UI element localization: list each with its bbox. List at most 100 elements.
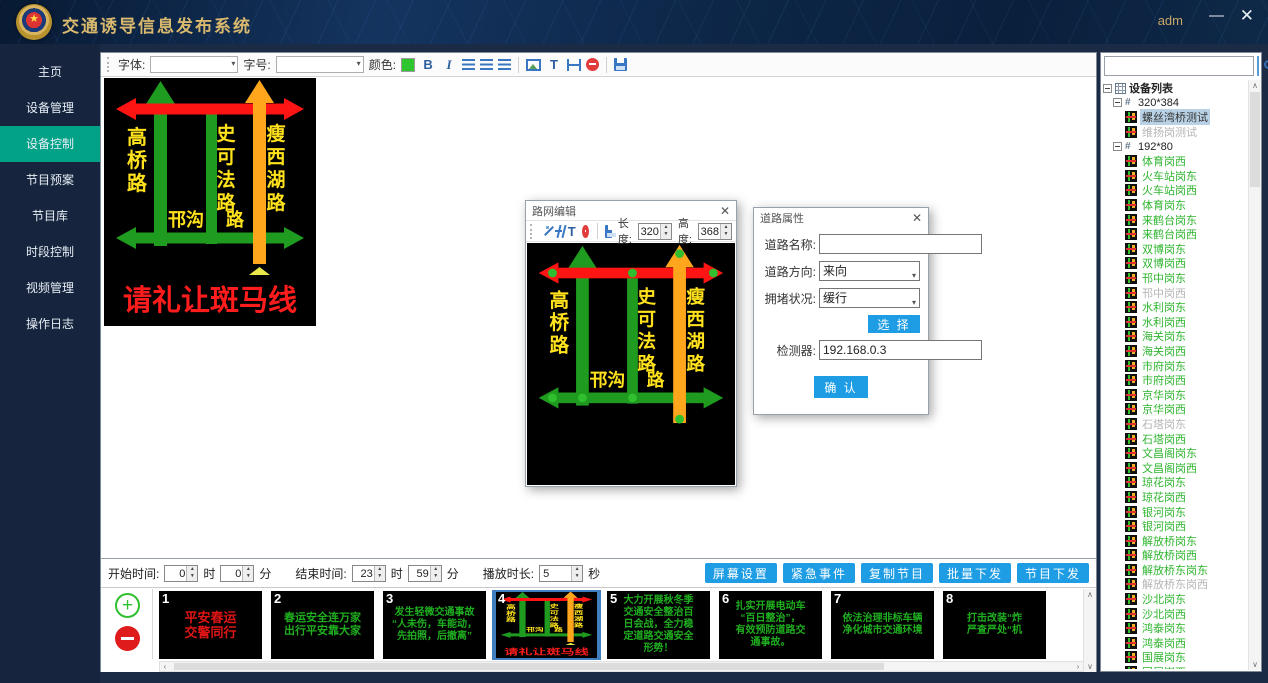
add-frame-button[interactable]: + bbox=[115, 593, 140, 618]
sidebar-item-program-plan[interactable]: 节目预案 bbox=[0, 162, 100, 198]
tree-device-item[interactable]: 国展岗西 bbox=[1140, 664, 1188, 669]
delete-icon[interactable] bbox=[582, 225, 589, 238]
tree-device-item[interactable]: 维扬岗测试 bbox=[1140, 124, 1199, 140]
end-hour-value[interactable]: 23 bbox=[353, 566, 374, 581]
congestion-select[interactable]: 缓行 ▾ bbox=[819, 288, 920, 308]
up-arrow-icon[interactable]: ▲ bbox=[431, 566, 441, 574]
timeline-frame[interactable]: 8打击改装“炸严查严处“机 bbox=[943, 591, 1046, 659]
tree-device-item[interactable]: 鸿泰岗东 bbox=[1140, 620, 1188, 636]
start-hour-value[interactable]: 0 bbox=[165, 566, 186, 581]
road-network-canvas[interactable]: 高桥路史可法路瘦西湖路邗沟路 bbox=[527, 243, 735, 485]
tree-group-label[interactable]: 320*384 bbox=[1138, 97, 1179, 109]
down-arrow-icon[interactable]: ▼ bbox=[661, 231, 671, 239]
tree-group-label[interactable]: 192*80 bbox=[1138, 141, 1173, 153]
length-value[interactable]: 320 bbox=[639, 224, 660, 239]
scroll-up-icon[interactable]: ∧ bbox=[1249, 81, 1261, 90]
save-icon[interactable] bbox=[605, 225, 612, 238]
sidebar-item-home[interactable]: 主页 bbox=[0, 54, 100, 90]
sidebar-item-operation-log[interactable]: 操作日志 bbox=[0, 306, 100, 342]
tree-device-item[interactable]: 体育岗西 bbox=[1140, 153, 1188, 169]
length-stepper[interactable]: 320 ▲▼ bbox=[638, 223, 672, 240]
collapse-icon[interactable] bbox=[1113, 142, 1122, 151]
down-arrow-icon[interactable]: ▼ bbox=[375, 573, 385, 581]
duration-value[interactable]: 5 bbox=[540, 566, 571, 581]
text-tool-button[interactable]: T bbox=[546, 57, 562, 72]
tree-device-item[interactable]: 来鹤台岗西 bbox=[1140, 226, 1199, 242]
tree-device-item[interactable]: 琼花岗西 bbox=[1140, 489, 1188, 505]
tree-device-item[interactable]: 银河岗东 bbox=[1140, 504, 1188, 520]
batch-send-button[interactable]: 批量下发 bbox=[939, 563, 1011, 583]
road-name-input[interactable] bbox=[819, 234, 982, 254]
tree-device-item[interactable]: 银河岗西 bbox=[1140, 518, 1188, 534]
tree-device-item[interactable]: 双博岗东 bbox=[1140, 241, 1188, 257]
tree-device-item[interactable]: 火车站岗西 bbox=[1140, 182, 1199, 198]
align-center-icon[interactable] bbox=[480, 59, 493, 70]
tree-device-item[interactable]: 解放桥东岗西 bbox=[1140, 576, 1210, 592]
collapse-icon[interactable] bbox=[1103, 84, 1112, 93]
end-hour-stepper[interactable]: 23 ▲▼ bbox=[352, 565, 386, 582]
tree-device-item[interactable]: 国展岗东 bbox=[1140, 649, 1188, 665]
tree-device-item[interactable]: 沙北岗东 bbox=[1140, 591, 1188, 607]
tree-device-item[interactable]: 海关岗西 bbox=[1140, 343, 1188, 359]
tree-device-item[interactable]: 螺丝湾桥测试 bbox=[1140, 109, 1210, 125]
copy-program-button[interactable]: 复制节目 bbox=[861, 563, 933, 583]
remove-frame-button[interactable] bbox=[115, 626, 140, 651]
tree-device-item[interactable]: 京华岗西 bbox=[1140, 401, 1188, 417]
height-value[interactable]: 368 bbox=[699, 224, 720, 239]
scrollbar-thumb[interactable] bbox=[1250, 92, 1260, 187]
search-input[interactable] bbox=[1104, 56, 1254, 76]
tree-device-item[interactable]: 双博岗西 bbox=[1140, 255, 1188, 271]
font-family-select[interactable]: ▾ bbox=[150, 56, 238, 73]
start-hour-stepper[interactable]: 0 ▲▼ bbox=[164, 565, 198, 582]
start-minute-stepper[interactable]: 0 ▲▼ bbox=[220, 565, 254, 582]
minimize-icon[interactable]: — bbox=[1209, 8, 1224, 23]
tree-device-item[interactable]: 解放桥岗东 bbox=[1140, 533, 1199, 549]
confirm-button[interactable]: 确 认 bbox=[814, 376, 868, 398]
tree-device-item[interactable]: 京华岗东 bbox=[1140, 387, 1188, 403]
tree-device-item[interactable]: 解放桥东岗东 bbox=[1140, 562, 1210, 578]
sidebar-item-device-control[interactable]: 设备控制 bbox=[0, 126, 100, 162]
screen-settings-button[interactable]: 屏幕设置 bbox=[705, 563, 777, 583]
tree-device-item[interactable]: 邗中岗东 bbox=[1140, 270, 1188, 286]
height-stepper[interactable]: 368 ▲▼ bbox=[698, 223, 732, 240]
intersection-tool-icon[interactable] bbox=[555, 225, 562, 238]
align-left-icon[interactable] bbox=[462, 59, 475, 70]
down-arrow-icon[interactable]: ▼ bbox=[572, 573, 582, 581]
collapse-icon[interactable] bbox=[1113, 98, 1122, 107]
down-arrow-icon[interactable]: ▼ bbox=[243, 573, 253, 581]
close-icon[interactable]: ✕ bbox=[1240, 8, 1254, 23]
insert-image-icon[interactable] bbox=[526, 59, 541, 71]
down-arrow-icon[interactable]: ▼ bbox=[187, 573, 197, 581]
end-minute-stepper[interactable]: 59 ▲▼ bbox=[408, 565, 442, 582]
scroll-right-icon[interactable]: › bbox=[1073, 662, 1083, 671]
road-direction-select[interactable]: 来向 ▾ bbox=[819, 261, 920, 281]
timeline-frame[interactable]: 5大力开展秋冬季交通安全整治百日会战，全力稳定道路交通安全形势！ bbox=[607, 591, 710, 659]
sidebar-item-video-management[interactable]: 视频管理 bbox=[0, 270, 100, 306]
timeline-horizontal-scrollbar[interactable]: ‹ › bbox=[159, 661, 1084, 672]
timeline-frame[interactable]: 2春运安全连万家出行平安靠大家 bbox=[271, 591, 374, 659]
duration-stepper[interactable]: 5 ▲▼ bbox=[539, 565, 583, 582]
emergency-event-button[interactable]: 紧急事件 bbox=[783, 563, 855, 583]
up-arrow-icon[interactable]: ▲ bbox=[572, 566, 582, 574]
draw-road-icon[interactable] bbox=[542, 224, 549, 238]
tree-device-item[interactable]: 文昌阁岗西 bbox=[1140, 460, 1199, 476]
down-arrow-icon[interactable]: ▼ bbox=[431, 573, 441, 581]
tree-device-item[interactable]: 邗中岗西 bbox=[1140, 285, 1188, 301]
tree-device-item[interactable]: 来鹤台岗东 bbox=[1140, 212, 1199, 228]
timeline-frame[interactable]: 1平安春运交警同行 bbox=[159, 591, 262, 659]
select-detector-button[interactable]: 选 择 bbox=[868, 315, 920, 333]
start-minute-value[interactable]: 0 bbox=[221, 566, 242, 581]
bold-button[interactable]: B bbox=[420, 57, 436, 72]
tree-device-item[interactable]: 琼花岗东 bbox=[1140, 474, 1188, 490]
tree-device-item[interactable]: 沙北岗西 bbox=[1140, 606, 1188, 622]
tree-root-label[interactable]: 设备列表 bbox=[1129, 81, 1173, 96]
tree-device-item[interactable]: 体育岗东 bbox=[1140, 197, 1188, 213]
tree-device-item[interactable]: 文昌阁岗东 bbox=[1140, 445, 1199, 461]
program-send-button[interactable]: 节目下发 bbox=[1017, 563, 1089, 583]
save-icon[interactable] bbox=[614, 58, 627, 71]
tree-device-item[interactable]: 石塔岗西 bbox=[1140, 431, 1188, 447]
timeline-frame[interactable]: 4高桥路史可法路瘦西湖路邗沟路请礼让斑马线 bbox=[495, 591, 598, 659]
fit-width-icon[interactable] bbox=[567, 59, 581, 71]
delete-icon[interactable] bbox=[586, 58, 599, 71]
down-arrow-icon[interactable]: ▼ bbox=[721, 231, 731, 239]
